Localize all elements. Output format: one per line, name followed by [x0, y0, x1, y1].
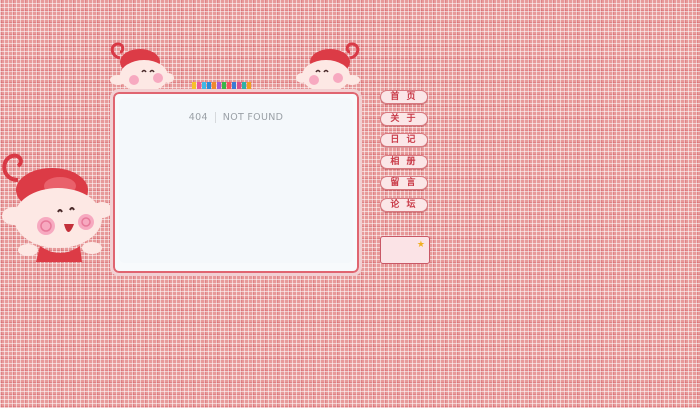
- color-swatch: [207, 82, 211, 89]
- nav-about-button[interactable]: 关 于: [380, 111, 428, 126]
- error-code: 404: [189, 112, 216, 123]
- nav-album-button[interactable]: 相 册: [380, 154, 428, 169]
- color-swatch: [217, 82, 221, 89]
- nav-diary-button[interactable]: 日 记: [380, 133, 428, 147]
- monkey-peek-right-icon: [296, 42, 360, 92]
- nav-home-button[interactable]: 首 页: [380, 90, 428, 104]
- content-area: 404 NOT FOUND: [119, 98, 353, 263]
- content-panel: 404 NOT FOUND: [110, 89, 362, 276]
- color-swatch: [232, 82, 236, 89]
- color-swatch: [197, 82, 201, 89]
- color-swatch: [202, 82, 206, 89]
- color-swatch: [222, 82, 226, 89]
- color-strip: [192, 82, 252, 89]
- error-text: NOT FOUND: [222, 112, 284, 123]
- star-icon: ★: [416, 240, 425, 250]
- nav-forum-button[interactable]: 论 坛: [380, 197, 428, 212]
- error-message: 404 NOT FOUND: [119, 112, 353, 123]
- side-nav: 首 页 关 于 日 记 相 册 留 言 论 坛: [380, 90, 428, 219]
- color-swatch: [237, 82, 241, 89]
- color-swatch: [247, 82, 251, 89]
- color-swatch: [242, 82, 246, 89]
- site-badge-link[interactable]: ★: [380, 236, 430, 264]
- monkey-peek-left-icon: [110, 42, 174, 92]
- color-swatch: [227, 82, 231, 89]
- nav-guestbook-button[interactable]: 留 言: [380, 176, 428, 190]
- color-swatch: [192, 82, 196, 89]
- color-swatch: [212, 82, 216, 89]
- monkey-mascot-icon: [2, 153, 112, 262]
